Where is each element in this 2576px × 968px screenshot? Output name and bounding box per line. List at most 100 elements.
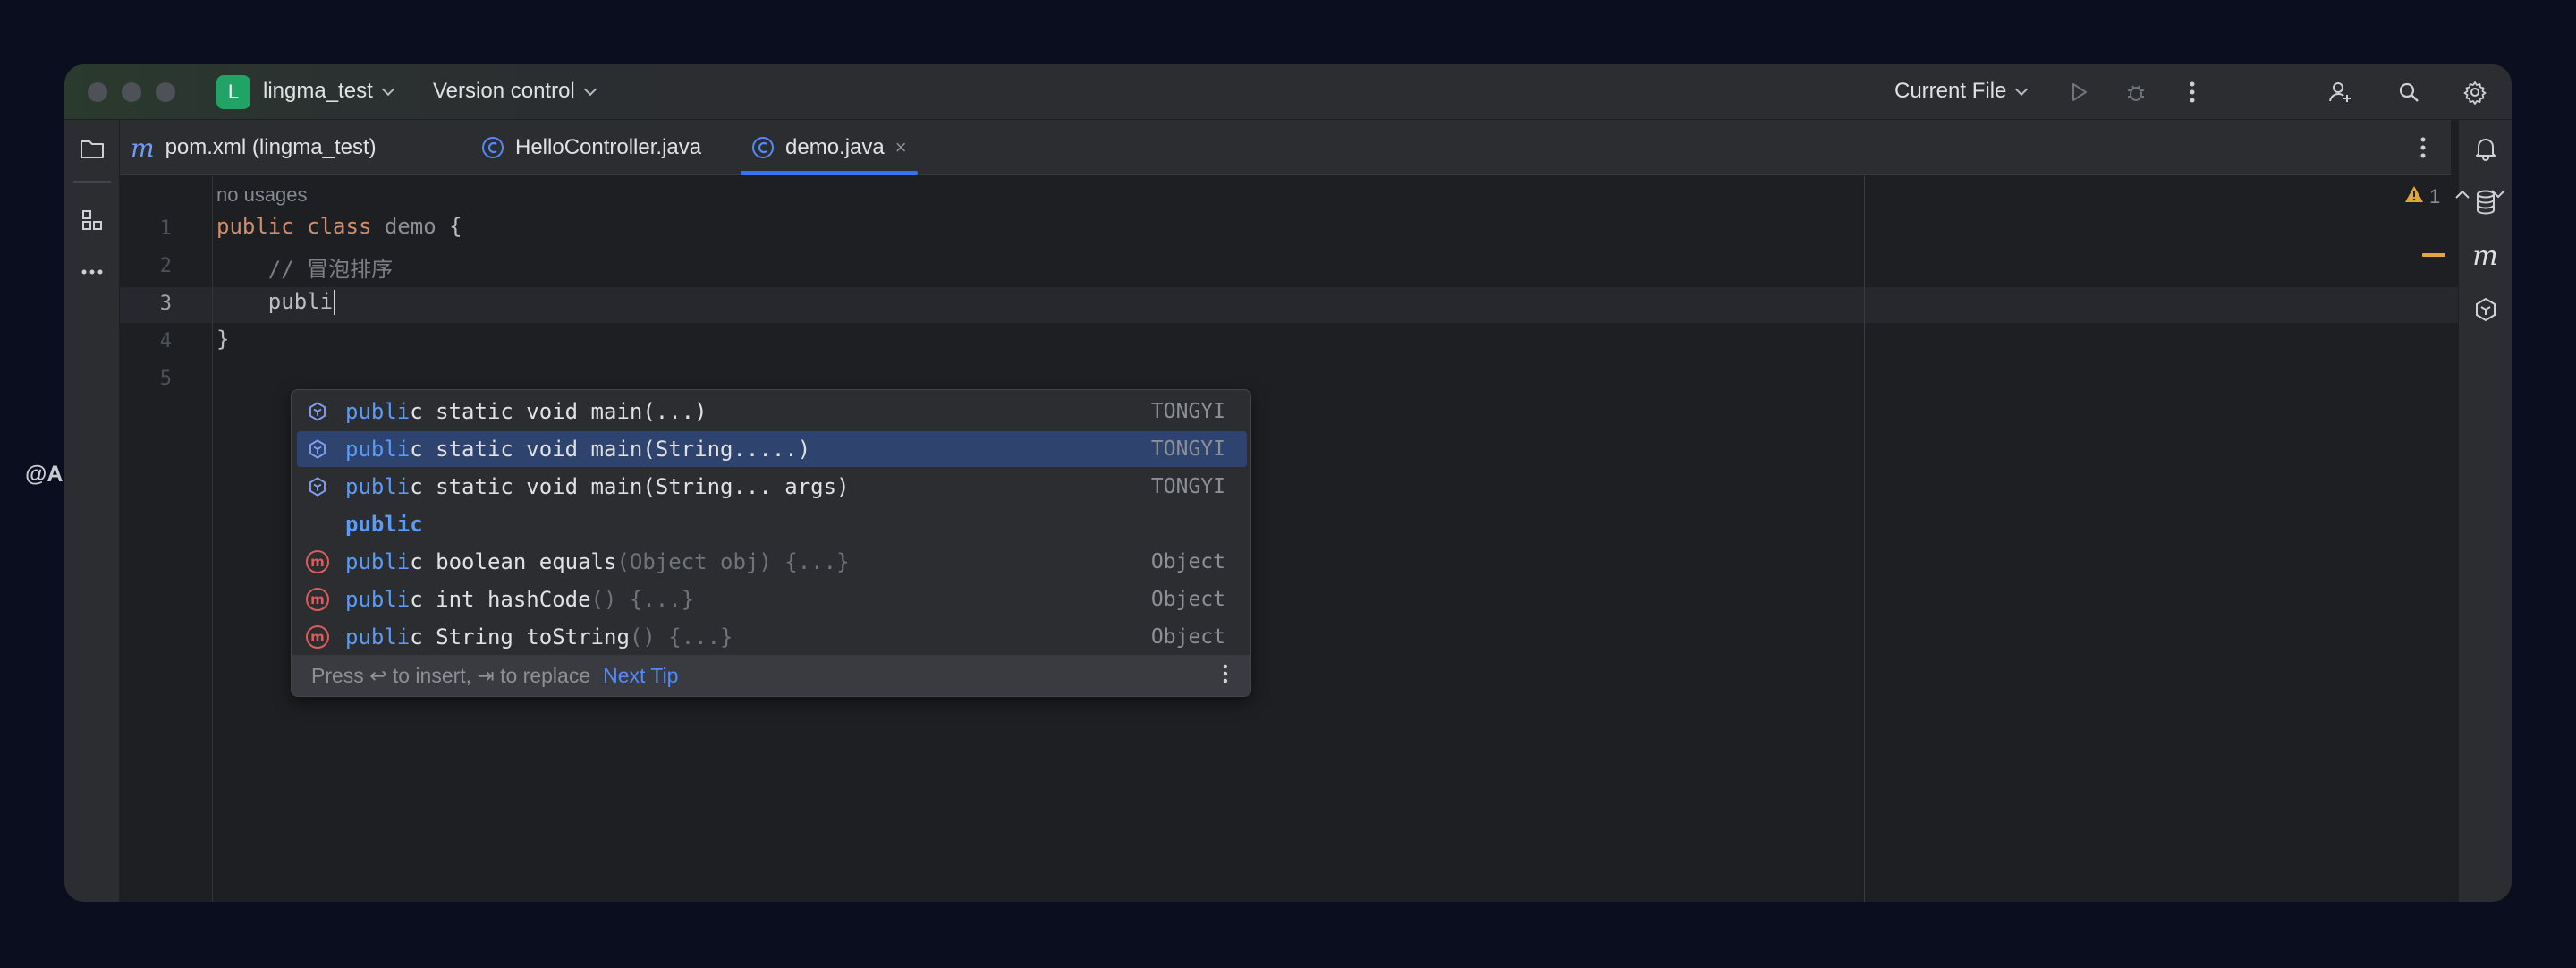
completion-item[interactable]: m public int hashCode() {...} Object — [297, 582, 1247, 617]
more-tools-icon[interactable] — [64, 254, 119, 290]
match-text: publi — [345, 624, 411, 650]
usages-inlay-hint[interactable]: no usages — [216, 183, 308, 207]
warning-icon — [2404, 185, 2424, 208]
chevron-down-icon — [2015, 82, 2029, 97]
folder-icon[interactable] — [64, 131, 119, 166]
current-line-highlight — [120, 287, 2458, 323]
add-user-icon[interactable] — [2327, 79, 2354, 106]
class-name: demo — [384, 214, 436, 239]
completion-text: c — [410, 512, 423, 537]
line-number: 2 — [159, 255, 172, 277]
completion-source: Object — [1150, 550, 1225, 573]
warning-count: 1 — [2429, 185, 2441, 208]
maven-icon[interactable]: m — [2459, 238, 2512, 274]
completion-footer: Press ↩ to insert, ⇥ to replace Next Tip — [292, 655, 1250, 696]
completion-text: c static void main(String.....) — [410, 437, 811, 462]
code-line-1: public class demo { — [216, 214, 462, 239]
completion-item[interactable]: public static void main(...) TONGYI — [297, 394, 1247, 429]
right-tool-strip: m — [2458, 120, 2512, 902]
line-number-current: 3 — [159, 293, 172, 315]
match-text: publi — [345, 549, 411, 574]
active-tab-indicator — [741, 171, 918, 175]
brace: { — [449, 214, 462, 239]
tongyi-icon[interactable] — [2459, 292, 2512, 327]
completion-source: Object — [1150, 625, 1225, 649]
more-vertical-icon[interactable] — [1222, 662, 1229, 691]
close-tab-icon[interactable]: × — [895, 136, 907, 159]
zoom-window-button[interactable] — [156, 82, 175, 102]
vcs-label: Version control — [433, 79, 575, 103]
code-line-2: // 冒泡排序 — [216, 251, 393, 283]
code-line-4: } — [216, 327, 229, 352]
minimize-window-button[interactable] — [122, 82, 141, 102]
completion-tail: () {...} — [590, 587, 695, 612]
java-class-icon — [481, 136, 504, 159]
tab-hello-controller[interactable]: HelloController.java — [481, 120, 701, 175]
ide-window: L lingma_test Version control Current Fi… — [64, 64, 2512, 902]
notifications-bell-icon[interactable] — [2459, 131, 2512, 166]
completion-text: c String toString — [410, 624, 630, 650]
footer-hint: Press ↩ to insert, ⇥ to replace — [311, 663, 591, 687]
method-icon: m — [306, 625, 329, 649]
tongyi-icon — [306, 475, 329, 498]
keyword: class — [307, 214, 372, 239]
completion-item[interactable]: m public String toString() {...} Object — [297, 619, 1247, 655]
completion-text: c boolean equals — [410, 549, 617, 574]
left-tool-strip — [64, 120, 120, 902]
closing-brace: } — [216, 327, 230, 352]
chevron-down-icon — [583, 82, 597, 97]
tab-label: pom.xml (lingma_test) — [165, 135, 377, 159]
match-text: publi — [345, 474, 411, 499]
search-icon[interactable] — [2395, 79, 2422, 106]
match-text: publi — [345, 399, 411, 424]
match-text: publi — [345, 437, 411, 462]
java-class-icon — [751, 136, 775, 159]
comment: // 冒泡排序 — [267, 257, 394, 282]
debug-icon[interactable] — [2123, 79, 2149, 106]
tongyi-icon — [306, 400, 329, 423]
more-vertical-icon[interactable] — [2179, 79, 2206, 106]
completion-tail: () {...} — [629, 624, 733, 650]
match-text: publi — [345, 587, 411, 612]
warnings-indicator[interactable]: 1 — [2404, 185, 2440, 208]
run-config-selector[interactable]: Current File — [1894, 79, 2029, 104]
run-config-label: Current File — [1894, 79, 2007, 103]
line-number: 1 — [159, 217, 172, 240]
tab-demo-java[interactable]: demo.java × — [741, 120, 918, 175]
chevron-down-icon — [381, 82, 394, 97]
completion-item[interactable]: public static void main(String... args) … — [297, 469, 1247, 505]
next-tip-link[interactable]: Next Tip — [603, 664, 678, 688]
method-icon: m — [306, 588, 329, 611]
previous-highlight-icon[interactable] — [2454, 189, 2470, 200]
next-highlight-icon[interactable] — [2490, 189, 2506, 200]
vcs-menu[interactable]: Version control — [433, 79, 597, 104]
line-number: 5 — [159, 368, 172, 390]
tab-pom-xml[interactable]: m pom.xml (lingma_test) — [131, 120, 377, 175]
completion-item-selected[interactable]: public static void main(String.....) TON… — [297, 431, 1247, 467]
project-name: lingma_test — [263, 79, 373, 103]
strip-divider — [73, 181, 111, 183]
right-margin-guide — [1864, 176, 1865, 902]
text-caret — [334, 290, 336, 315]
line-number-gutter: 1 2 3 4 5 — [120, 176, 213, 902]
settings-gear-icon[interactable] — [2462, 79, 2488, 106]
completion-tail: (Object obj) {...} — [616, 549, 850, 574]
completion-popup: public static void main(...) TONGYI publ… — [291, 389, 1251, 697]
close-window-button[interactable] — [88, 82, 107, 102]
method-icon: m — [306, 550, 329, 573]
project-switcher[interactable]: lingma_test — [263, 79, 394, 104]
title-bar: L lingma_test Version control Current Fi… — [64, 64, 2512, 120]
completion-item-keyword[interactable]: public — [297, 506, 1247, 542]
run-icon[interactable] — [2065, 79, 2092, 106]
tab-options-icon[interactable] — [2410, 134, 2436, 161]
completion-source: TONGYI — [1150, 400, 1225, 423]
warning-stripe-marker[interactable] — [2422, 253, 2445, 257]
completion-text: c static void main(...) — [410, 399, 708, 424]
editor-tab-bar: m pom.xml (lingma_test) HelloController.… — [120, 120, 2451, 175]
completion-source: TONGYI — [1150, 475, 1225, 498]
structure-icon[interactable] — [64, 202, 119, 238]
match-text: publi — [345, 512, 411, 537]
project-badge[interactable]: L — [216, 75, 250, 109]
code-line-3: publi — [216, 289, 336, 315]
completion-item[interactable]: m public boolean equals(Object obj) {...… — [297, 544, 1247, 580]
